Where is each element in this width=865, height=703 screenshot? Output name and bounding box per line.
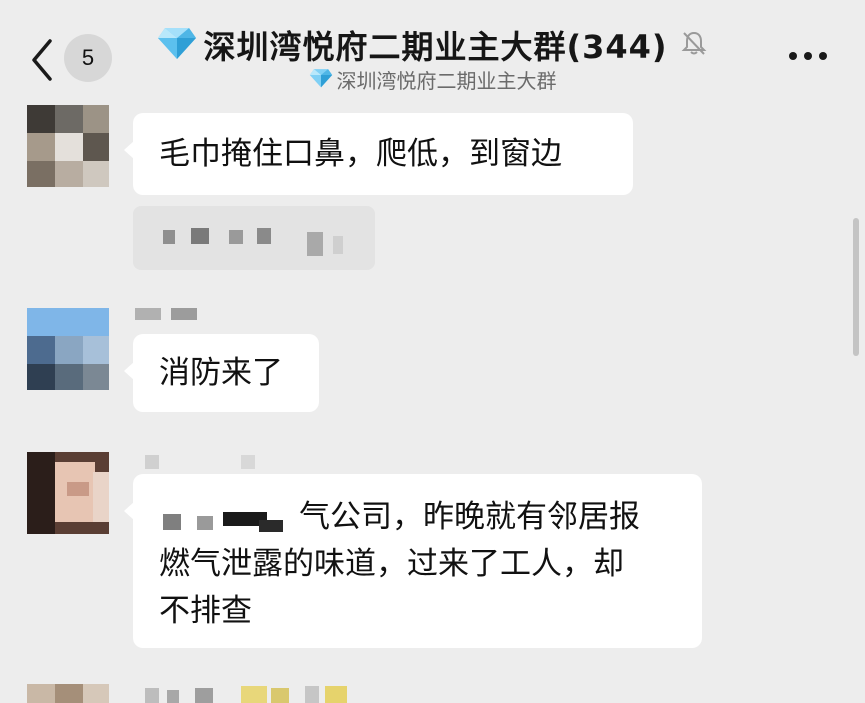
message-text-line: 不排查 <box>159 593 252 629</box>
redacted-sender-name <box>145 684 355 703</box>
scrollbar[interactable] <box>853 218 859 356</box>
chat-title: 深圳湾悦府二期业主大群(344) <box>203 28 668 66</box>
chat-header: 5 深圳湾悦府二期业主大群(344) 深圳湾悦府二期业主大群 <box>0 0 865 100</box>
more-dots-icon <box>789 52 797 60</box>
redacted-text <box>159 504 299 534</box>
redacted-sender-name <box>145 455 265 471</box>
avatar[interactable] <box>27 452 109 534</box>
avatar[interactable] <box>27 105 109 187</box>
avatar[interactable] <box>27 684 109 703</box>
muted-bell-icon <box>680 29 708 61</box>
chat-title-row[interactable]: 深圳湾悦府二期业主大群(344) <box>0 22 865 68</box>
message-text-line: 燃气泄露的味道，过来了工人，却 <box>159 546 624 582</box>
redacted-sender-name <box>135 308 205 322</box>
chat-subtitle: 深圳湾悦府二期业主大群 <box>336 69 557 93</box>
avatar[interactable] <box>27 308 109 390</box>
message-text: 毛巾掩住口鼻，爬低，到窗边 <box>159 136 562 172</box>
more-options-button[interactable] <box>789 44 829 68</box>
message-bubble[interactable]: 气公司，昨晚就有邻居报 燃气泄露的味道，过来了工人，却 不排查 <box>124 474 702 648</box>
diamond-icon <box>157 26 197 64</box>
diamond-icon <box>309 68 333 92</box>
message-bubble[interactable]: 消防来了 <box>124 334 319 412</box>
message-bubble[interactable]: 毛巾掩住口鼻，爬低，到窗边 <box>124 113 633 195</box>
redacted-message <box>133 206 375 270</box>
message-text: 消防来了 <box>159 355 283 391</box>
message-text-line: 气公司，昨晚就有邻居报 <box>299 499 640 535</box>
chat-subtitle-row: 深圳湾悦府二期业主大群 <box>0 65 865 94</box>
